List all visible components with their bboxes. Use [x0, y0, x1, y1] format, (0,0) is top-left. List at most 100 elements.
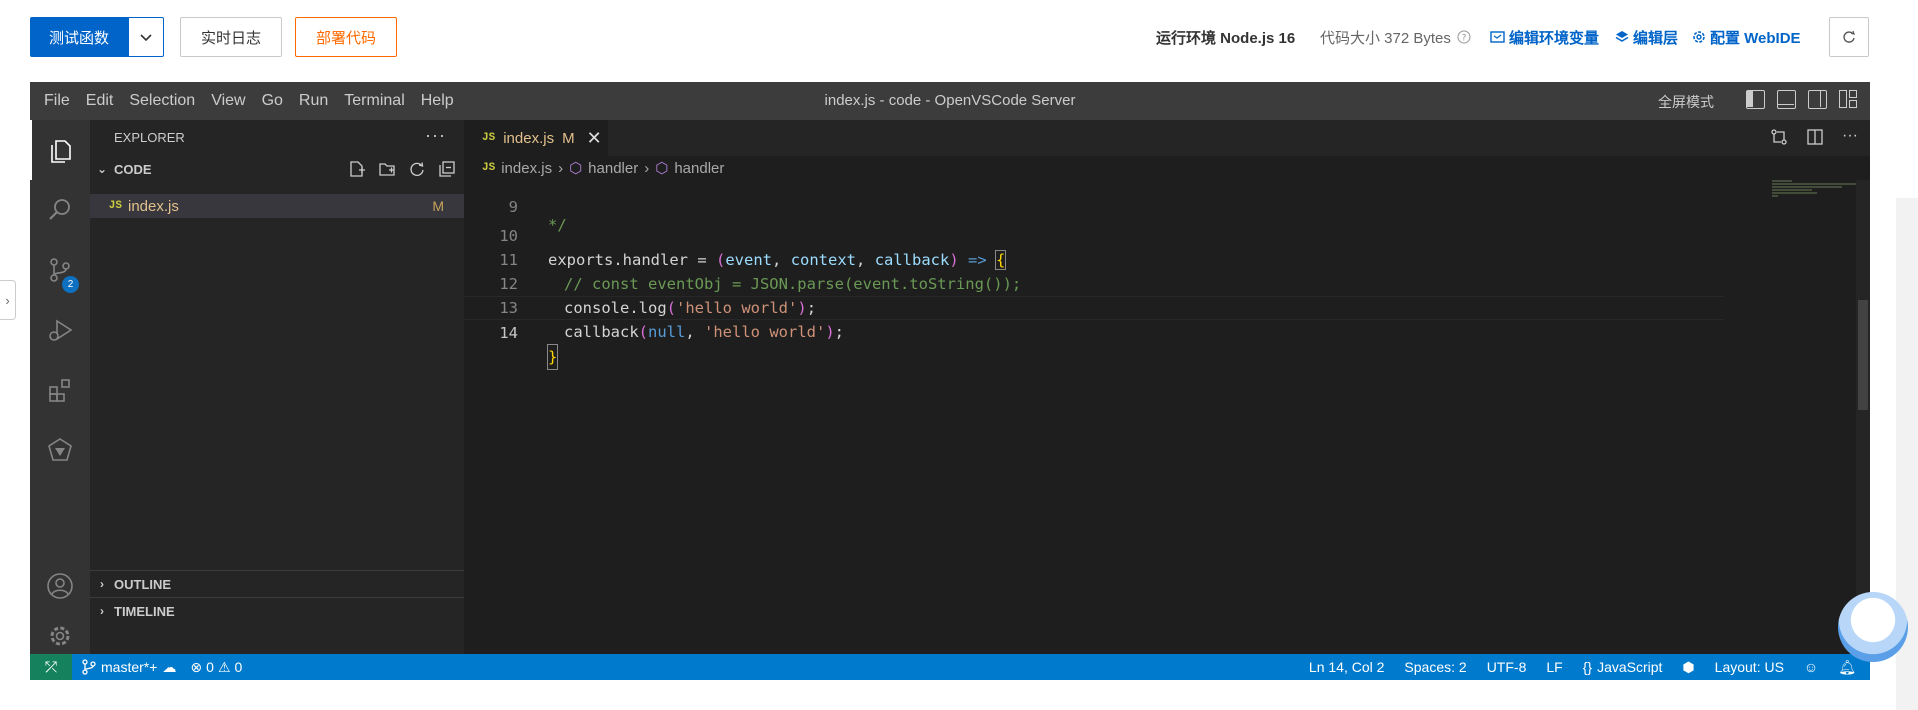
serverless-icon: [48, 438, 72, 461]
encoding[interactable]: UTF-8: [1487, 659, 1527, 675]
indentation[interactable]: Spaces: 2: [1404, 659, 1466, 675]
fullscreen-button[interactable]: 全屏模式: [1658, 82, 1714, 120]
breadcrumb-symbol[interactable]: handler: [674, 160, 724, 177]
chevron-right-icon: ›: [100, 577, 104, 591]
activity-run-debug[interactable]: [30, 300, 90, 360]
menu-terminal[interactable]: Terminal: [336, 92, 412, 110]
menu-run[interactable]: Run: [291, 92, 336, 110]
menu-selection[interactable]: Selection: [121, 92, 203, 110]
config-webide-label: 配置 WebIDE: [1710, 29, 1801, 47]
editor-area: JS index.js M ✕ ··· JS index.js › ⬡ hand…: [464, 120, 1870, 654]
deploy-code-button[interactable]: 部署代码: [295, 17, 397, 57]
toggle-panel-icon[interactable]: [1777, 90, 1796, 109]
test-function-dropdown[interactable]: [128, 17, 165, 57]
sync-icon: ☁: [162, 658, 177, 675]
toggle-sidebar-icon[interactable]: [1746, 90, 1765, 109]
chevron-right-icon: ›: [644, 159, 650, 177]
close-icon[interactable]: ✕: [587, 128, 602, 149]
menu-help[interactable]: Help: [413, 92, 462, 110]
gear-icon: [50, 626, 70, 646]
edit-env-label: 编辑环境变量: [1509, 29, 1600, 47]
account-icon: [47, 573, 73, 599]
split-editor-icon[interactable]: [1806, 128, 1824, 146]
vscode-window: index.js - code - OpenVSCode Server File…: [30, 82, 1870, 680]
error-icon: ⊗: [190, 658, 203, 675]
method-icon: ⬡: [655, 160, 669, 177]
new-file-icon[interactable]: [348, 160, 366, 178]
language-mode[interactable]: {} JavaScript: [1583, 659, 1663, 675]
open-changes-icon[interactable]: [1770, 128, 1788, 146]
remote-indicator[interactable]: ⤱: [30, 654, 72, 680]
line-number: 14: [499, 324, 518, 342]
code-section-header[interactable]: ⌄ CODE: [90, 156, 464, 182]
realtime-log-button[interactable]: 实时日志: [180, 17, 282, 57]
menu-edit[interactable]: Edit: [78, 92, 122, 110]
refresh-button[interactable]: [1829, 17, 1869, 57]
env-variables-icon: [1490, 30, 1505, 43]
activity-extensions[interactable]: [30, 360, 90, 420]
menu-file[interactable]: File: [36, 92, 78, 110]
more-actions-icon[interactable]: ···: [1842, 128, 1858, 146]
activity-cloud[interactable]: [30, 420, 90, 480]
refresh-explorer-icon[interactable]: [408, 160, 426, 178]
breadcrumb-symbol[interactable]: handler: [588, 160, 638, 177]
remote-icon: ⤱: [44, 658, 57, 676]
more-actions-icon[interactable]: ···: [425, 120, 446, 156]
run-debug-icon: [49, 319, 73, 341]
cursor-position[interactable]: Ln 14, Col 2: [1309, 659, 1385, 675]
minimap[interactable]: [1772, 180, 1862, 210]
editor-scrollbar[interactable]: [1856, 180, 1870, 654]
tab-modified-flag: M: [562, 129, 575, 147]
layout-controls: [1746, 90, 1858, 109]
expand-panel-handle[interactable]: ›: [0, 280, 16, 320]
code-section-label: CODE: [114, 161, 152, 177]
outline-section-header[interactable]: › OUTLINE: [90, 571, 464, 597]
activity-bar: 2: [30, 120, 90, 654]
collapse-all-icon[interactable]: [438, 160, 456, 178]
branch-status[interactable]: master*+ ☁: [82, 659, 176, 676]
config-webide-link[interactable]: 配置 WebIDE: [1692, 25, 1801, 49]
activity-source-control[interactable]: 2: [30, 240, 90, 300]
edit-env-link[interactable]: 编辑环境变量: [1490, 25, 1599, 49]
activity-search[interactable]: [30, 180, 90, 240]
test-function-button[interactable]: 测试函数: [30, 17, 129, 57]
edit-layer-label: 编辑层: [1633, 29, 1679, 47]
activity-explorer[interactable]: [30, 120, 90, 180]
scm-badge: 2: [62, 276, 79, 293]
code-editor[interactable]: 9 */ 10 exports.handler = (event, contex…: [464, 180, 1724, 370]
status-bar: ⤱ master*+ ☁ ⊗ 0 ⚠ 0 Ln 14, Col 2 Spaces…: [30, 654, 1870, 680]
svg-text:?: ?: [1462, 34, 1467, 44]
notifications-icon[interactable]: 🔔︎: [1838, 659, 1856, 676]
modified-flag: M: [432, 198, 444, 214]
file-name: index.js: [128, 197, 179, 215]
search-icon: [49, 199, 70, 220]
help-icon[interactable]: ?: [1457, 30, 1471, 44]
scrollbar-thumb[interactable]: [1858, 300, 1868, 410]
edit-layer-link[interactable]: 编辑层: [1615, 25, 1678, 49]
assistant-avatar[interactable]: [1838, 592, 1908, 662]
file-index-js[interactable]: JS index.js M: [90, 194, 464, 218]
keyboard-layout[interactable]: Layout: US: [1715, 659, 1784, 675]
explorer-title: EXPLORER: [114, 130, 185, 145]
extensions-icon: [49, 379, 70, 402]
toggle-secondary-sidebar-icon[interactable]: [1808, 90, 1827, 109]
chevron-right-icon: ›: [5, 292, 10, 308]
tab-index-js[interactable]: JS index.js M ✕: [464, 120, 608, 156]
javascript-file-icon: JS: [108, 200, 122, 212]
menu-go[interactable]: Go: [254, 92, 291, 110]
chevron-right-icon: ›: [558, 159, 564, 177]
editor-actions: ···: [1770, 128, 1858, 146]
breadcrumb-file[interactable]: index.js: [501, 160, 552, 177]
menu-view[interactable]: View: [203, 92, 253, 110]
feedback-icon[interactable]: ☺: [1804, 659, 1818, 675]
end-of-line[interactable]: LF: [1546, 659, 1562, 675]
serverless-status-icon[interactable]: ⬢: [1682, 659, 1694, 676]
customize-layout-icon[interactable]: [1839, 90, 1858, 109]
problems-status[interactable]: ⊗ 0 ⚠ 0: [190, 659, 242, 676]
timeline-section-header[interactable]: › TIMELINE: [90, 598, 464, 624]
code-size-label: 代码大小 372 Bytes: [1320, 29, 1451, 47]
chevron-right-icon: ›: [100, 604, 104, 618]
menu-bar: File Edit Selection View Go Run Terminal…: [36, 82, 462, 120]
webide-page: 测试函数 实时日志 部署代码 运行环境 Node.js 16 代码大小 372 …: [0, 0, 1918, 710]
new-folder-icon[interactable]: [378, 160, 396, 178]
